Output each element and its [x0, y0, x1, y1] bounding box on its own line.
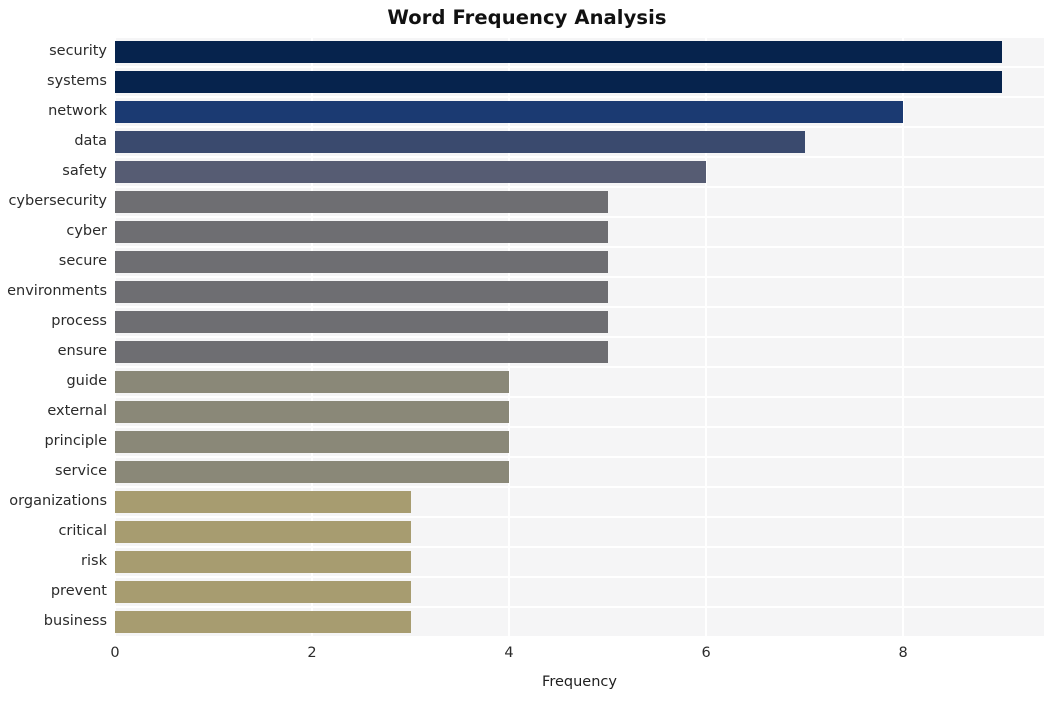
- chart-figure: Word Frequency Analysis security systems n…: [0, 0, 1054, 701]
- y-axis-tick-label: systems: [47, 73, 107, 89]
- bar: [115, 551, 411, 573]
- bar: [115, 581, 411, 603]
- y-axis-tick-label: prevent: [50, 583, 107, 599]
- x-axis-tick-label: 2: [307, 645, 317, 661]
- y-axis-tick-label: safety: [62, 163, 107, 179]
- bar: [115, 461, 510, 483]
- y-axis-tick-label: guide: [66, 373, 107, 389]
- y-axis-tick-label: risk: [81, 553, 107, 569]
- x-axis-tick-label: 0: [110, 645, 120, 661]
- bar: [115, 371, 510, 393]
- bar: [115, 41, 1002, 63]
- y-axis-tick-label: security: [49, 43, 107, 59]
- bar: [115, 611, 411, 633]
- y-axis-tick-label: service: [55, 463, 107, 479]
- bars-layer: [115, 37, 1044, 637]
- y-axis-tick-label: network: [48, 103, 107, 119]
- bar: [115, 521, 411, 543]
- x-axis-tick-label: 4: [504, 645, 514, 661]
- y-axis-tick-label: critical: [58, 523, 107, 539]
- bar: [115, 191, 608, 213]
- y-axis-tick-label: process: [51, 313, 107, 329]
- x-axis-title: Frequency: [542, 674, 617, 690]
- x-axis-tick-label: 6: [701, 645, 711, 661]
- x-axis-ticks: 0 2 4 6 8: [0, 645, 1054, 669]
- y-axis-tick-label: organizations: [9, 493, 107, 509]
- y-axis-tick-label: cyber: [66, 223, 107, 239]
- y-axis-tick-label: ensure: [57, 343, 107, 359]
- chart-title: Word Frequency Analysis: [387, 6, 667, 29]
- bar: [115, 341, 608, 363]
- x-axis-tick-label: 8: [898, 645, 908, 661]
- bar: [115, 431, 510, 453]
- bar: [115, 161, 707, 183]
- bar: [115, 101, 904, 123]
- y-axis-tick-label: data: [74, 133, 107, 149]
- y-axis-tick-label: business: [43, 613, 107, 629]
- bar: [115, 311, 608, 333]
- y-axis-tick-label: external: [47, 403, 107, 419]
- bar: [115, 401, 510, 423]
- y-axis-labels: security systems network data safety cybersec…: [0, 37, 107, 637]
- bar: [115, 491, 411, 513]
- y-axis-tick-label: cybersecurity: [8, 193, 107, 209]
- bar: [115, 71, 1002, 93]
- bar: [115, 131, 805, 153]
- y-axis-tick-label: secure: [58, 253, 107, 269]
- bar: [115, 281, 608, 303]
- bar: [115, 221, 608, 243]
- bar: [115, 251, 608, 273]
- plot-area: [115, 37, 1044, 637]
- y-axis-tick-label: principle: [44, 433, 107, 449]
- y-axis-tick-label: environments: [7, 283, 107, 299]
